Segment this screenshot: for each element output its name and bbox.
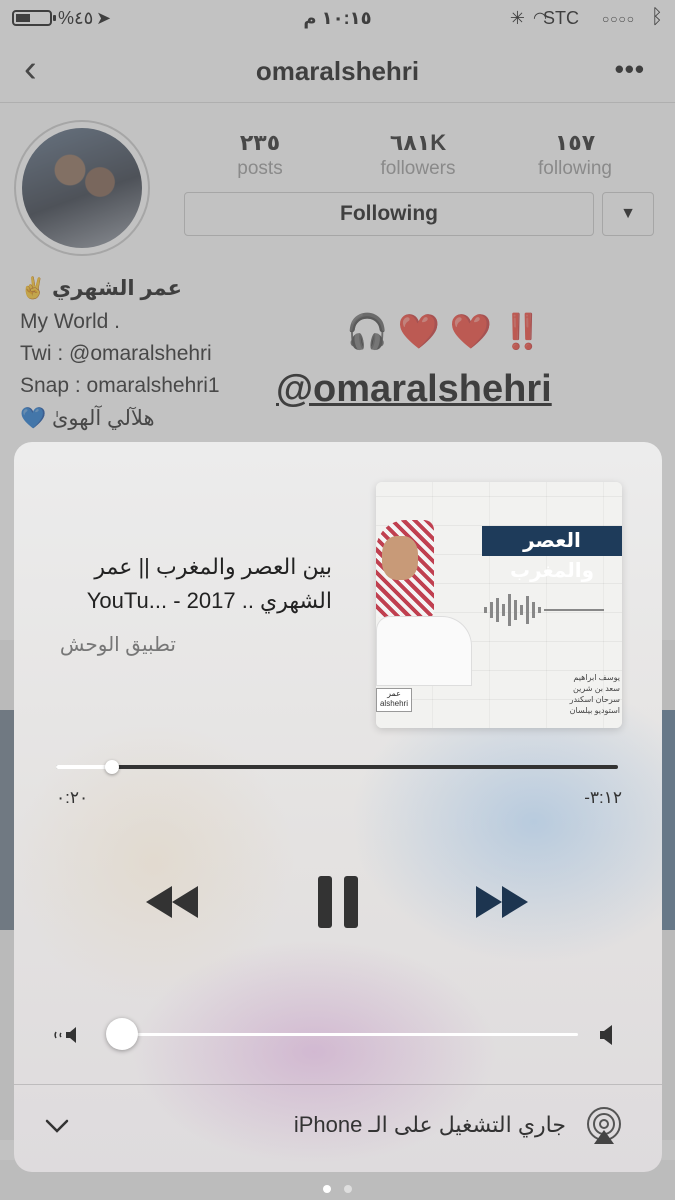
artwork-banner-text: العصر والمغرب (482, 526, 622, 582)
airplay-icon[interactable] (584, 1106, 624, 1146)
playback-progress-fill (56, 765, 113, 769)
page-dot[interactable] (323, 1185, 332, 1193)
card-divider (14, 1084, 662, 1085)
source-app-name[interactable]: تطبيق الوحش (60, 632, 176, 657)
sound-wave-icon (484, 594, 604, 626)
control-center-page-dots (0, 1180, 675, 1198)
chevron-down-icon[interactable] (44, 1118, 70, 1134)
volume-high-icon (600, 1025, 612, 1045)
fast-forward-icon[interactable] (474, 882, 530, 922)
volume-slider-knob[interactable] (106, 1018, 139, 1050)
page-dot[interactable] (343, 1185, 352, 1193)
artwork-logo: عمر alshehri (376, 688, 412, 712)
playback-progress-track[interactable] (56, 765, 618, 769)
elapsed-time: ٠:٢٠ (56, 788, 89, 807)
pause-icon[interactable] (316, 874, 360, 930)
volume-low-icon (54, 1027, 76, 1043)
album-artwork[interactable]: العصر والمغرب يوسف ابراهيم سعد بن شرين س… (376, 482, 622, 728)
rewind-icon[interactable] (144, 882, 200, 922)
airplay-output-label[interactable]: جاري التشغيل على الـ iPhone (294, 1112, 566, 1138)
now-playing-card: بين العصر والمغرب || عمر الشهري .. 2017 … (14, 442, 662, 1172)
song-title: بين العصر والمغرب || عمر الشهري .. 2017 … (86, 554, 332, 613)
volume-slider-track[interactable] (108, 1033, 578, 1036)
artwork-singer (376, 506, 472, 686)
playback-scrubber-knob[interactable] (105, 760, 120, 774)
remaining-time: -٣:١٢ (584, 788, 622, 807)
artwork-credits: يوسف ابراهيم سعد بن شرين سرحان اسكندر اس… (569, 673, 620, 715)
